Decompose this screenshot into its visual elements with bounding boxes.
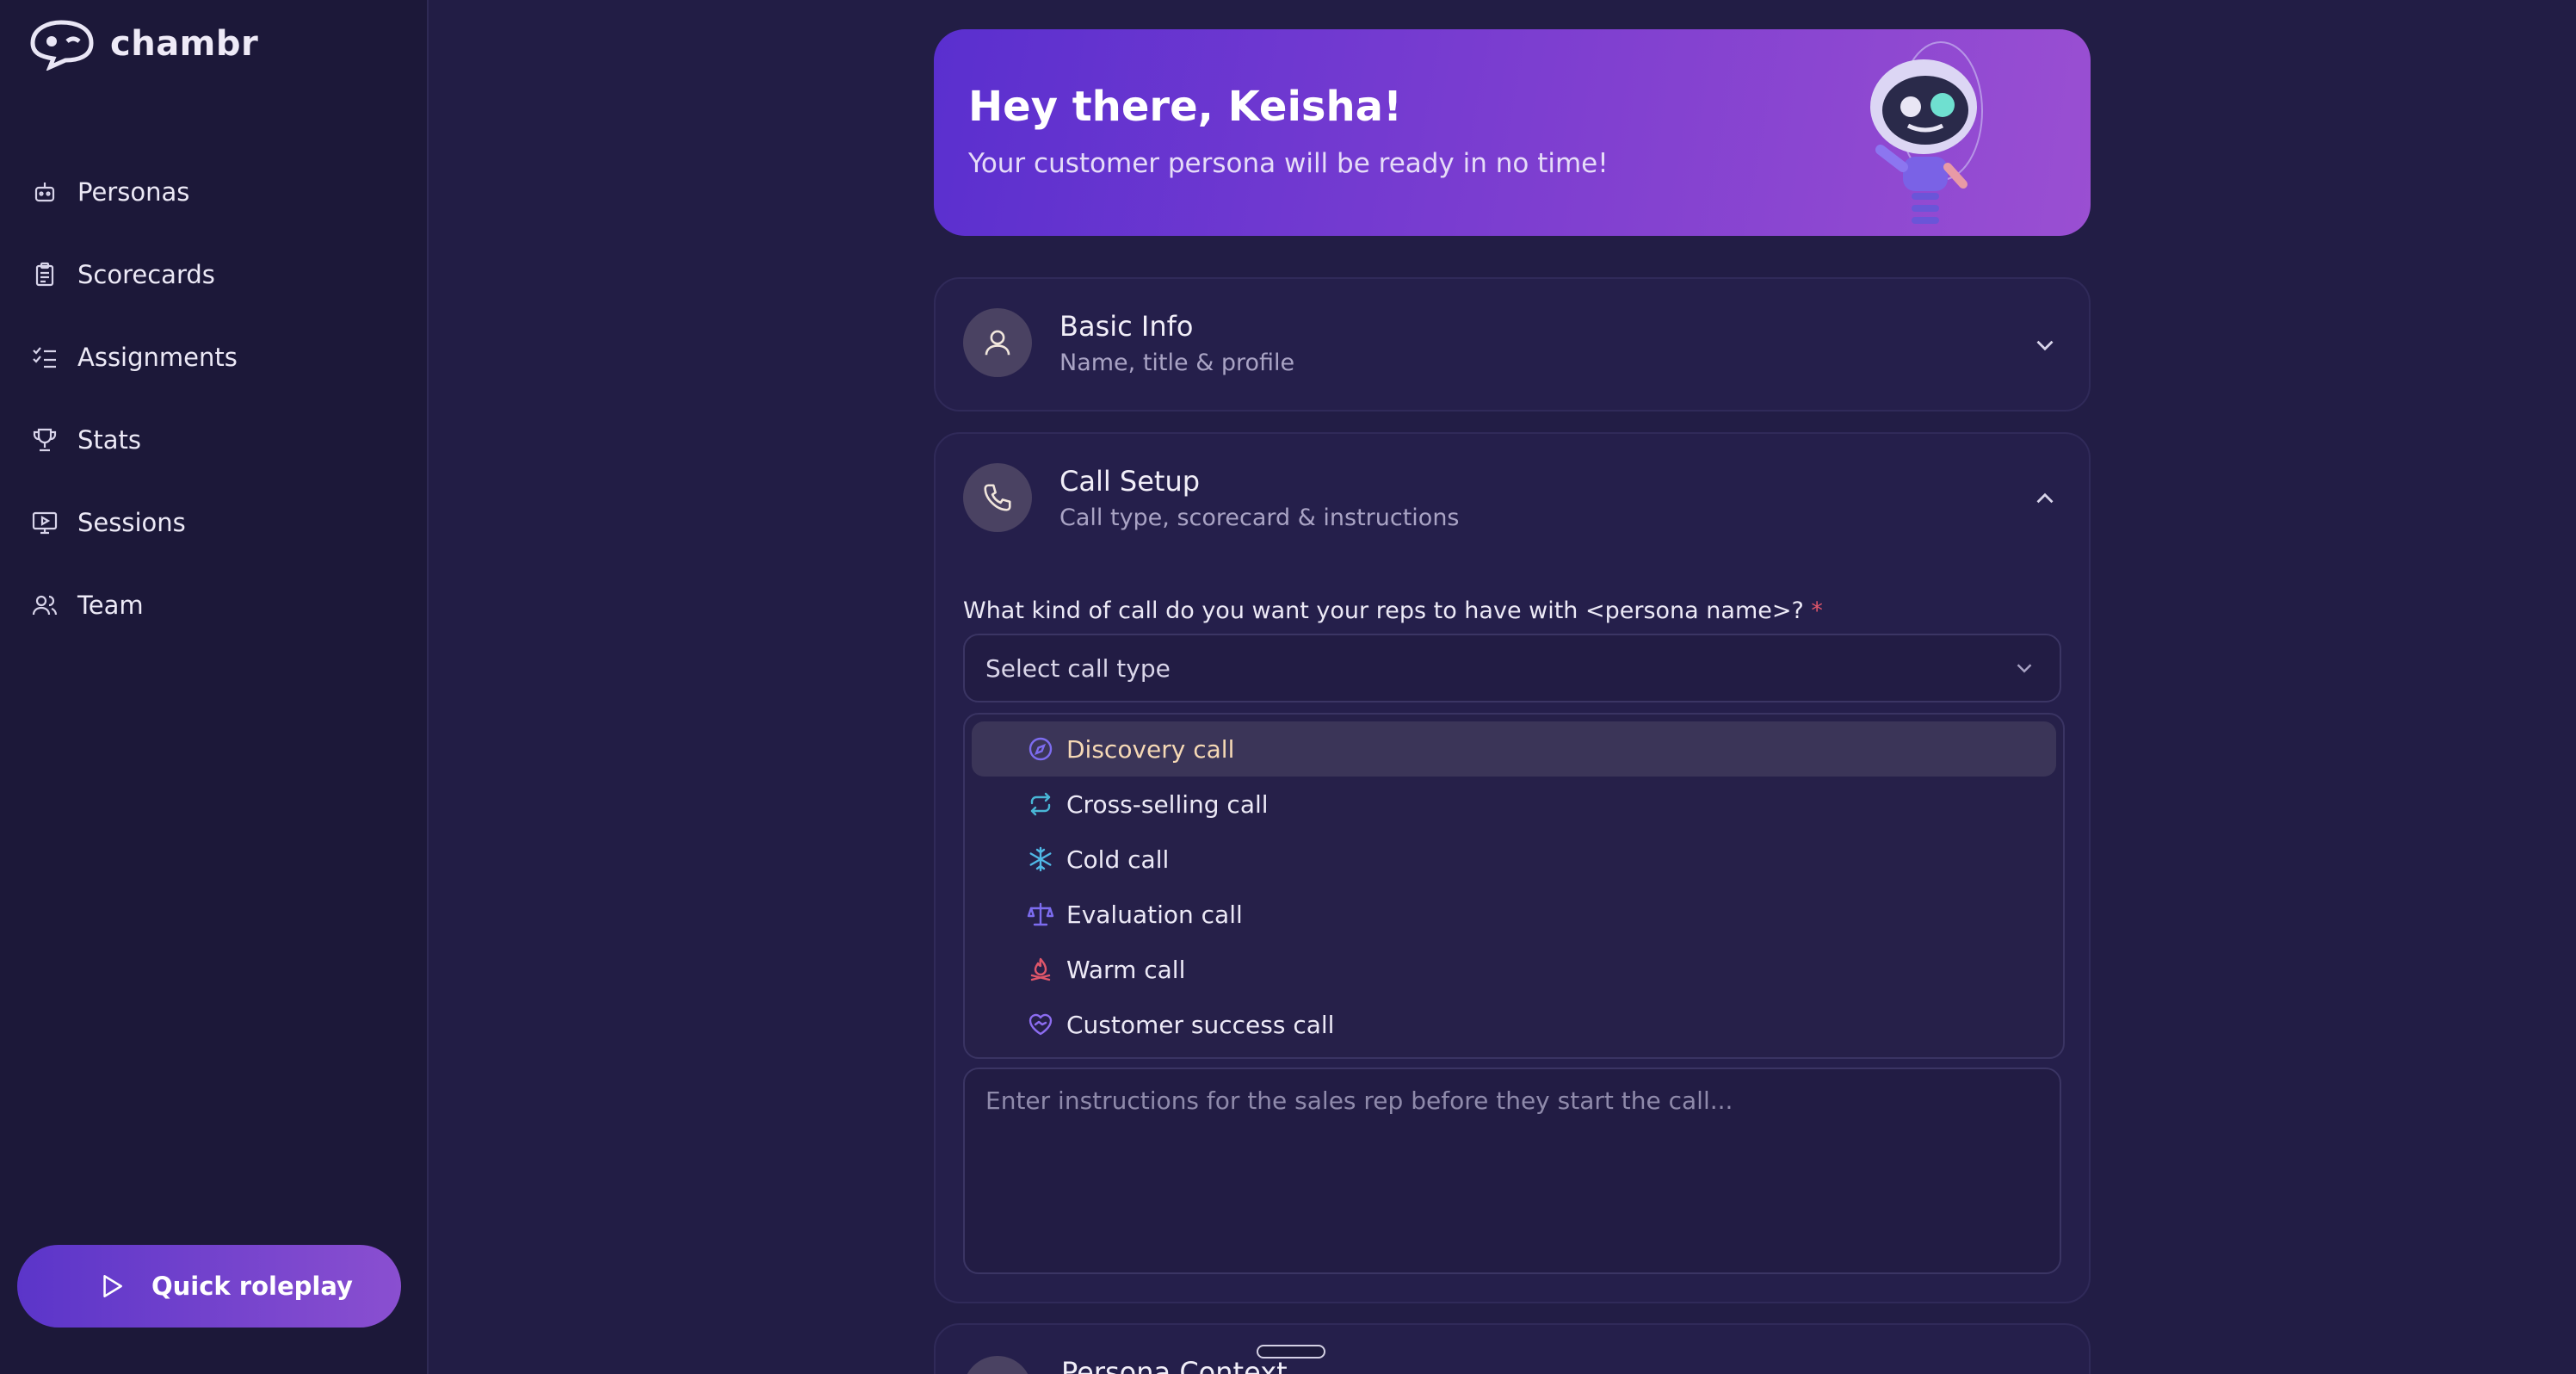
- call-type-question: What kind of call do you want your reps …: [963, 597, 1823, 624]
- option-cross-selling-call[interactable]: Cross-selling call: [972, 777, 2056, 832]
- compass-icon: [1029, 737, 1053, 761]
- sidebar-item-label: Assignments: [77, 343, 238, 372]
- sidebar-item-stats[interactable]: Stats: [0, 399, 429, 481]
- sidebar-item-sessions[interactable]: Sessions: [0, 481, 429, 564]
- welcome-banner: Hey there, Keisha! Your customer persona…: [934, 29, 2091, 236]
- option-discovery-call[interactable]: Discovery call: [972, 721, 2056, 777]
- call-setup-title: Call Setup: [1059, 464, 1201, 498]
- chevron-down-icon[interactable]: [2030, 331, 2060, 360]
- option-label: Evaluation call: [1066, 900, 1243, 929]
- chambr-logo-icon: [30, 20, 94, 71]
- option-label: Cold call: [1066, 845, 1170, 874]
- call-type-question-text: What kind of call do you want your reps …: [963, 597, 1804, 624]
- snowflake-icon: [1029, 846, 1052, 872]
- instructions-placeholder: Enter instructions for the sales rep bef…: [985, 1086, 1733, 1115]
- call-type-select-value: Select call type: [985, 653, 1171, 683]
- option-label: Customer success call: [1066, 1010, 1335, 1039]
- sidebar-item-label: Sessions: [77, 508, 186, 537]
- call-type-select[interactable]: Select call type: [963, 634, 2061, 702]
- robot-icon: [34, 183, 55, 202]
- option-label: Warm call: [1066, 955, 1186, 984]
- trophy-icon: [33, 428, 57, 452]
- campfire-icon: [1030, 957, 1051, 981]
- option-label: Cross-selling call: [1066, 789, 1269, 819]
- phone-icon: [984, 484, 1011, 511]
- repeat-icon: [1030, 792, 1051, 816]
- checklist-icon: [33, 347, 56, 368]
- sidebar: chambr Personas Scorecards Assignments S…: [0, 0, 429, 1374]
- basic-info-subtitle: Name, title & profile: [1059, 349, 1295, 376]
- sidebar-item-team[interactable]: Team: [0, 564, 429, 647]
- option-cold-call[interactable]: Cold call: [972, 832, 2056, 887]
- scroll-indicator[interactable]: [1257, 1345, 1325, 1359]
- sidebar-item-personas[interactable]: Personas: [0, 151, 429, 233]
- persona-context-section: Persona Context: [934, 1323, 2091, 1374]
- users-icon: [32, 595, 58, 616]
- sidebar-item-scorecards[interactable]: Scorecards: [0, 233, 429, 316]
- persona-context-title[interactable]: Persona Context: [1061, 1356, 1288, 1374]
- basic-info-header[interactable]: Basic Info Name, title & profile: [963, 308, 1294, 377]
- persona-context-icon-circle: [963, 1356, 1032, 1374]
- scale-icon: [1027, 902, 1054, 926]
- call-type-dropdown: Discovery call Cross-selling call Cold c…: [963, 713, 2065, 1059]
- phone-icon-circle: [963, 463, 1032, 532]
- call-setup-subtitle: Call type, scorecard & instructions: [1059, 504, 1460, 531]
- option-label: Discovery call: [1066, 734, 1235, 764]
- sidebar-nav: Personas Scorecards Assignments Stats Se…: [0, 151, 429, 647]
- welcome-title: Hey there, Keisha!: [968, 83, 1402, 131]
- call-setup-header[interactable]: Call Setup Call type, scorecard & instru…: [963, 463, 1460, 532]
- play-icon: [103, 1275, 122, 1297]
- basic-info-section: Basic Info Name, title & profile: [934, 277, 2091, 412]
- basic-info-title: Basic Info: [1059, 309, 1194, 343]
- chevron-down-icon: [2017, 664, 2032, 673]
- call-setup-section: Call Setup Call type, scorecard & instru…: [934, 432, 2091, 1303]
- user-icon-circle: [963, 308, 1032, 377]
- sidebar-item-label: Scorecards: [77, 260, 215, 289]
- sidebar-item-label: Team: [77, 591, 144, 620]
- quick-roleplay-label: Quick roleplay: [151, 1272, 353, 1301]
- logo[interactable]: chambr: [24, 17, 258, 71]
- logo-text: chambr: [110, 24, 259, 64]
- instructions-textarea[interactable]: Enter instructions for the sales rep bef…: [963, 1068, 2061, 1274]
- sidebar-item-label: Personas: [77, 177, 190, 207]
- heart-handshake-icon: [1029, 1013, 1053, 1036]
- clipboard-icon: [35, 262, 54, 287]
- option-warm-call[interactable]: Warm call: [972, 942, 2056, 997]
- presentation-icon: [32, 511, 58, 535]
- user-icon: [985, 330, 1010, 356]
- quick-roleplay-button[interactable]: Quick roleplay: [17, 1245, 401, 1328]
- required-marker: *: [1811, 597, 1823, 624]
- welcome-subtitle: Your customer persona will be ready in n…: [968, 148, 1609, 179]
- sidebar-item-assignments[interactable]: Assignments: [0, 316, 429, 399]
- option-evaluation-call[interactable]: Evaluation call: [972, 887, 2056, 942]
- sidebar-item-label: Stats: [77, 425, 142, 455]
- robot-mascot-illustration: [1870, 41, 1983, 224]
- option-customer-success-call[interactable]: Customer success call: [972, 997, 2056, 1052]
- chevron-up-icon[interactable]: [2030, 484, 2060, 513]
